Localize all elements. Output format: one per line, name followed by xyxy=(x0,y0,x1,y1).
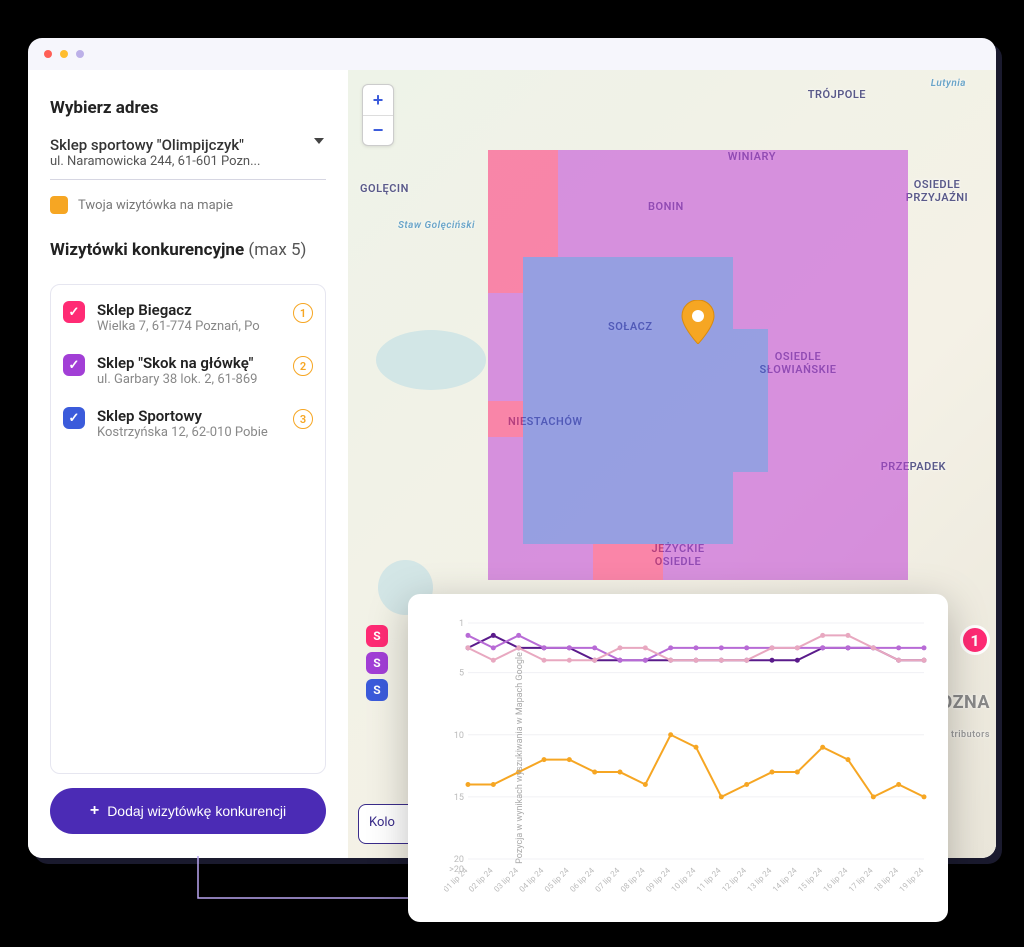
callout-line xyxy=(128,856,408,916)
zoom-in-button[interactable]: + xyxy=(363,85,393,115)
svg-text:1: 1 xyxy=(459,619,464,629)
competitor-item[interactable]: ✓ Sklep Sportowy Kostrzyńska 12, 62-010 … xyxy=(63,407,313,440)
svg-text:16 lip 24: 16 lip 24 xyxy=(822,866,850,894)
zoom-out-button[interactable]: − xyxy=(363,115,393,145)
competitor-name: Sklep Sportowy xyxy=(97,407,281,425)
window-dot-yellow xyxy=(60,50,68,58)
own-listing-swatch xyxy=(50,196,68,214)
svg-text:12 lip 24: 12 lip 24 xyxy=(720,866,748,894)
svg-text:07 lip 24: 07 lip 24 xyxy=(594,866,622,894)
checkbox-icon[interactable]: ✓ xyxy=(63,301,85,323)
competitors-list: ✓ Sklep Biegacz Wielka 7, 61-774 Poznań,… xyxy=(50,284,326,774)
add-button-label: Dodaj wizytówkę konkurencji xyxy=(107,803,286,819)
svg-text:18 lip 24: 18 lip 24 xyxy=(872,866,900,894)
selected-address-line: ul. Naramowicka 244, 61-601 Pozn... xyxy=(50,154,326,169)
zoom-control: + − xyxy=(362,84,394,146)
heatmap-overlay xyxy=(488,150,908,580)
competitor-name: Sklep "Skok na główkę" xyxy=(97,354,281,372)
lake-shape xyxy=(376,330,486,390)
own-listing-legend: Twoja wizytówka na mapie xyxy=(50,196,326,214)
competitor-address: ul. Garbary 38 lok. 2, 61-869 xyxy=(97,372,281,387)
svg-text:06 lip 24: 06 lip 24 xyxy=(568,866,596,894)
svg-text:13 lip 24: 13 lip 24 xyxy=(746,866,774,894)
poi-marker[interactable]: S xyxy=(366,625,388,647)
svg-text:5: 5 xyxy=(459,669,464,679)
sidebar: Wybierz adres Sklep sportowy "Olimpijczy… xyxy=(28,70,348,858)
svg-text:11 lip 24: 11 lip 24 xyxy=(695,866,723,894)
address-select[interactable]: Sklep sportowy "Olimpijczyk" ul. Naramow… xyxy=(50,136,326,180)
svg-text:10: 10 xyxy=(454,731,464,741)
svg-text:02 lip 24: 02 lip 24 xyxy=(467,866,495,894)
rank-badge: 3 xyxy=(293,409,313,429)
plus-icon: + xyxy=(90,802,99,820)
svg-text:09 lip 24: 09 lip 24 xyxy=(644,866,672,894)
svg-text:05 lip 24: 05 lip 24 xyxy=(543,866,571,894)
rank-badge: 1 xyxy=(293,303,313,323)
poi-marker[interactable]: S xyxy=(366,652,388,674)
map-area-label: GOLĘCIN xyxy=(360,182,409,195)
svg-text:15: 15 xyxy=(454,793,464,803)
competitor-item[interactable]: ✓ Sklep Biegacz Wielka 7, 61-774 Poznań,… xyxy=(63,301,313,334)
own-listing-label: Twoja wizytówka na mapie xyxy=(78,198,233,213)
svg-text:19 lip 24: 19 lip 24 xyxy=(898,866,926,894)
window-dot-red xyxy=(44,50,52,58)
svg-text:03 lip 24: 03 lip 24 xyxy=(492,866,520,894)
competitor-name: Sklep Biegacz xyxy=(97,301,281,319)
poi-marker[interactable]: S xyxy=(366,679,388,701)
svg-text:08 lip 24: 08 lip 24 xyxy=(619,866,647,894)
map-rank-badge[interactable]: 1 xyxy=(960,625,990,655)
map-area-label: TRÓJPOLE xyxy=(808,88,866,101)
svg-text:04 lip 24: 04 lip 24 xyxy=(518,866,546,894)
window-dot-green xyxy=(76,50,84,58)
competitor-address: Wielka 7, 61-774 Poznań, Po xyxy=(97,319,281,334)
map-area-label: OSIEDLE PRZYJAŹNI xyxy=(902,178,972,204)
map-water-label: Lutynia xyxy=(931,78,966,89)
svg-text:15 lip 24: 15 lip 24 xyxy=(796,866,824,894)
svg-text:20: 20 xyxy=(454,855,464,865)
checkbox-icon[interactable]: ✓ xyxy=(63,407,85,429)
svg-text:10 lip 24: 10 lip 24 xyxy=(670,866,698,894)
selected-address-name: Sklep sportowy "Olimpijczyk" xyxy=(50,136,326,154)
map-attribution: tributors xyxy=(951,730,990,740)
select-address-heading: Wybierz adres xyxy=(50,98,326,118)
competitor-address: Kostrzyńska 12, 62-010 Pobie xyxy=(97,425,281,440)
add-competitor-button[interactable]: + Dodaj wizytówkę konkurencji xyxy=(50,788,326,834)
titlebar xyxy=(28,38,996,70)
rank-badge: 2 xyxy=(293,356,313,376)
map-pin-icon xyxy=(681,300,715,348)
svg-text:14 lip 24: 14 lip 24 xyxy=(771,866,799,894)
map-water-label: Staw Golęciński xyxy=(398,220,475,231)
chart-card: Pozycja w wynikach wyszukiwania w Mapach… xyxy=(408,594,948,922)
svg-text:17 lip 24: 17 lip 24 xyxy=(847,866,875,894)
competitors-heading: Wizytówki konkurencyjne (max 5) xyxy=(50,240,326,260)
checkbox-icon[interactable]: ✓ xyxy=(63,354,85,376)
competitor-item[interactable]: ✓ Sklep "Skok na główkę" ul. Garbary 38 … xyxy=(63,354,313,387)
chart-y-axis-label: Pozycja w wynikach wyszukiwania w Mapach… xyxy=(515,652,525,864)
chevron-down-icon xyxy=(314,138,324,144)
